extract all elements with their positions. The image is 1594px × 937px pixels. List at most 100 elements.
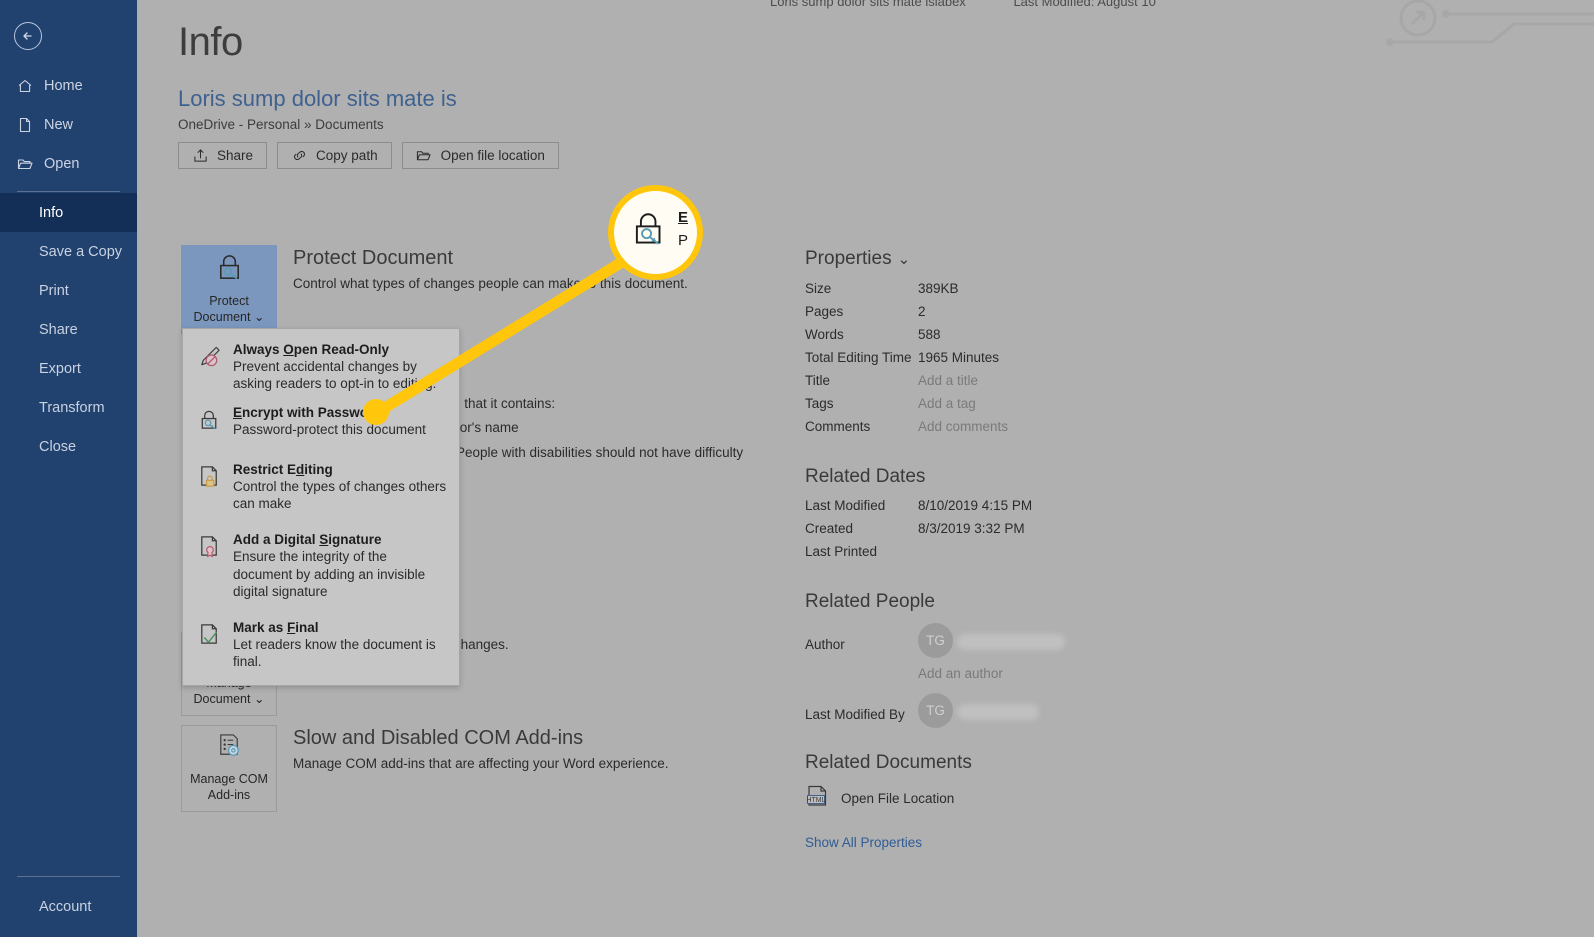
property-row-size: Size 389KB <box>805 281 1205 304</box>
property-key: Comments <box>805 419 871 434</box>
sidebar-item-info[interactable]: Info <box>0 193 137 232</box>
document-signature-icon <box>197 532 223 600</box>
sidebar-item-close[interactable]: Close <box>0 427 137 466</box>
open-file-location-row[interactable]: HTML Open File Location <box>805 784 1205 813</box>
properties-pane: Properties ⌄ Size 389KB Pages 2 Words 588 T… <box>805 248 1205 852</box>
button-label: Copy path <box>316 148 378 163</box>
sidebar-item-account[interactable]: Account <box>0 899 137 915</box>
svg-text:HTML: HTML <box>806 797 825 804</box>
related-dates-heading: Related Dates <box>805 466 926 487</box>
property-value: 588 <box>918 327 941 342</box>
button-label: Open file location <box>440 148 545 163</box>
menu-item-title: Mark as Final <box>233 620 319 636</box>
home-icon <box>17 78 33 94</box>
sidebar-item-label: New <box>44 116 74 133</box>
lock-key-icon <box>628 207 670 254</box>
last-modified-by-label: Last Modified By <box>805 707 905 722</box>
sidebar-item-save-a-copy[interactable]: Save a Copy <box>0 232 137 271</box>
link-icon <box>291 148 307 164</box>
menu-item-description: Let readers know the document is final. <box>233 637 436 670</box>
property-value-tags-input[interactable]: Add a tag <box>918 396 976 411</box>
property-key: Title <box>805 373 831 388</box>
sidebar-item-print[interactable]: Print <box>0 271 137 310</box>
sidebar-main-nav: Info Save a Copy Print Share Export Tran… <box>0 193 137 466</box>
com-button-label-2: Add-ins <box>207 787 251 802</box>
property-key: Pages <box>805 304 844 319</box>
protect-document-button[interactable]: Protect Document ⌄ <box>181 245 277 335</box>
protect-button-label-1: Protect <box>209 293 249 308</box>
property-key: Last Modified <box>805 498 886 513</box>
menu-item-encrypt-with-password[interactable]: Encrypt with Password Password-protect t… <box>183 399 459 444</box>
magnified-line-2: P <box>678 231 689 249</box>
sidebar-item-label: Account <box>39 899 92 915</box>
avatar-initials: TG <box>926 703 945 718</box>
chevron-down-icon[interactable]: ⌄ <box>254 310 264 324</box>
property-row-tags[interactable]: Tags Add a tag <box>805 396 1205 419</box>
com-addins-card: Manage COM Add-ins Slow and Disabled COM… <box>181 725 668 813</box>
property-row-title[interactable]: Title Add a title <box>805 373 1205 396</box>
protect-document-card: Protect Document ⌄ Protect Document Cont… <box>181 245 688 335</box>
author-name-redacted <box>957 634 1065 650</box>
pencil-no-edit-icon <box>197 342 223 393</box>
magnified-line-1: E <box>678 209 689 226</box>
open-file-location-button[interactable]: Open file location <box>401 142 559 169</box>
property-value: 8/10/2019 4:15 PM <box>918 498 1033 513</box>
related-date-row-last-printed: Last Printed <box>805 544 1205 567</box>
protect-document-description: Control what types of changes people can… <box>293 276 688 291</box>
manage-com-addins-button[interactable]: Manage COM Add-ins <box>181 725 277 813</box>
back-button[interactable] <box>14 22 42 50</box>
open-folder-icon <box>17 156 33 172</box>
avatar[interactable]: TG <box>918 693 953 728</box>
property-value: 8/3/2019 3:32 PM <box>918 521 1025 536</box>
property-row-pages: Pages 2 <box>805 304 1205 327</box>
sidebar-item-transform[interactable]: Transform <box>0 388 137 427</box>
sidebar-item-new[interactable]: New <box>0 105 137 144</box>
menu-item-mark-as-final[interactable]: Mark as Final Let readers know the docum… <box>183 614 459 677</box>
com-addins-text: Slow and Disabled COM Add-ins Manage COM… <box>277 725 668 812</box>
document-title[interactable]: Loris sump dolor sits mate is <box>178 86 457 112</box>
document-path: OneDrive - Personal » Documents <box>178 117 384 132</box>
sidebar-item-share[interactable]: Share <box>0 310 137 349</box>
sidebar-item-open[interactable]: Open <box>0 144 137 183</box>
com-addins-icon <box>215 732 244 766</box>
show-all-properties-link[interactable]: Show All Properties <box>805 835 922 850</box>
magnified-content: E P <box>628 207 688 254</box>
page-title: Info <box>178 20 243 64</box>
menu-item-restrict-editing[interactable]: Restrict Editing Control the types of ch… <box>183 456 459 519</box>
html-file-icon: HTML <box>805 784 831 813</box>
chevron-down-icon[interactable]: ⌄ <box>254 692 264 706</box>
share-button[interactable]: Share <box>178 142 268 169</box>
sidebar-item-label: Print <box>39 282 69 299</box>
author-label: Author <box>805 637 845 652</box>
last-modified-by-name-redacted <box>957 704 1039 720</box>
property-key: Tags <box>805 396 834 411</box>
com-button-label-1: Manage COM <box>190 771 268 786</box>
avatar[interactable]: TG <box>918 623 953 658</box>
author-row: Author TG <box>805 623 1205 658</box>
properties-heading-row[interactable]: Properties ⌄ <box>805 248 1205 270</box>
related-documents-heading: Related Documents <box>805 752 972 773</box>
property-key: Created <box>805 521 854 536</box>
last-modified-by-row: Last Modified By TG <box>805 693 1205 728</box>
lock-key-icon <box>214 252 245 288</box>
sidebar-item-home[interactable]: Home <box>0 66 137 105</box>
property-row-comments[interactable]: Comments Add comments <box>805 419 1205 442</box>
sidebar-item-label: Close <box>39 438 77 455</box>
menu-item-always-open-read-only[interactable]: Always Open Read-Only Prevent accidental… <box>183 336 459 399</box>
word-backstage-info-screen: Loris sump dolor sits mate islabex Last … <box>0 0 1594 937</box>
add-an-author-link[interactable]: Add an author <box>918 666 1205 681</box>
related-date-row-created: Created 8/3/2019 3:32 PM <box>805 521 1205 544</box>
property-value-title-input[interactable]: Add a title <box>918 373 978 388</box>
property-value: 389KB <box>918 281 959 296</box>
property-value-comments-input[interactable]: Add comments <box>918 419 1008 434</box>
copy-path-button[interactable]: Copy path <box>277 142 392 169</box>
property-row-editing-time: Total Editing Time 1965 Minutes <box>805 350 1205 373</box>
document-check-icon <box>197 620 223 671</box>
related-date-row-last-modified: Last Modified 8/10/2019 4:15 PM <box>805 498 1205 521</box>
menu-item-title: Always Open Read-Only <box>233 342 390 357</box>
sidebar-divider <box>17 191 120 192</box>
chevron-down-icon[interactable]: ⌄ <box>898 250 911 268</box>
property-key: Size <box>805 281 832 296</box>
sidebar-item-export[interactable]: Export <box>0 349 137 388</box>
menu-item-add-digital-signature[interactable]: Add a Digital Signature Ensure the integ… <box>183 526 459 606</box>
